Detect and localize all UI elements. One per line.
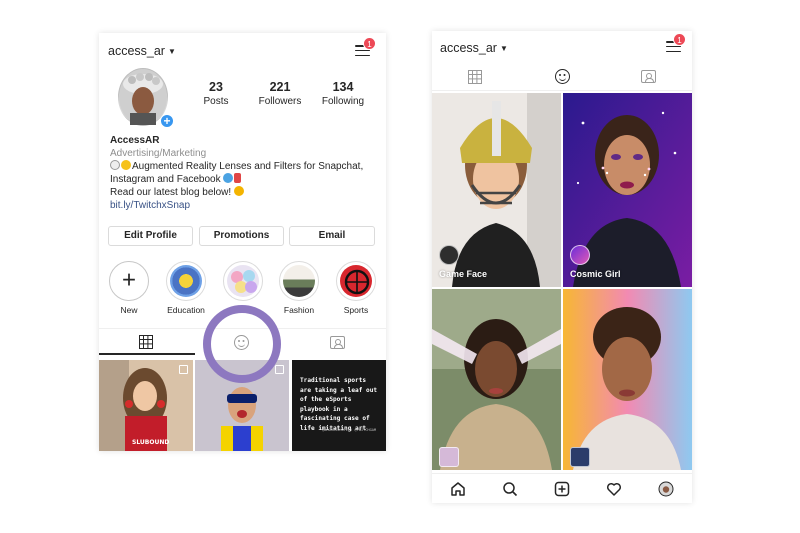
username: access_ar xyxy=(440,41,497,55)
post-thumbnail[interactable]: Traditional sports are taking a leaf out… xyxy=(292,360,386,451)
search-icon[interactable] xyxy=(502,481,518,497)
active-tab-indicator xyxy=(99,353,195,355)
following-stat[interactable]: 134 Following xyxy=(308,80,378,107)
profile-name: AccessAR xyxy=(110,135,160,146)
followers-label: Followers xyxy=(258,96,302,107)
posts-count: 23 xyxy=(209,80,223,94)
post-thumbnail[interactable]: SLUBOUND xyxy=(99,360,193,451)
ghost-emoji-icon xyxy=(110,160,120,170)
effect-icon xyxy=(439,447,459,467)
grid-icon[interactable] xyxy=(139,335,153,349)
chevron-down-icon: ▼ xyxy=(499,44,508,53)
effect-icon xyxy=(439,245,459,265)
post-caption-text: Traditional sports are taking a leaf out… xyxy=(300,377,378,432)
profile-screen: access_ar ▼ 1 + 23 Posts 221 Followers 13… xyxy=(99,33,386,451)
bio-line-3: Read our latest blog below! xyxy=(110,187,232,198)
effect-icon xyxy=(570,245,590,265)
grid-icon[interactable] xyxy=(468,70,482,84)
profile-tabs xyxy=(432,61,692,91)
heart-icon[interactable] xyxy=(606,481,622,497)
chevron-down-icon: ▼ xyxy=(167,47,176,56)
bookmark-emoji-icon xyxy=(233,173,241,183)
posts-stat[interactable]: 23 Posts xyxy=(181,80,251,107)
add-story-icon[interactable]: + xyxy=(160,114,174,128)
effect-tile[interactable]: Cosmic Girl xyxy=(563,93,692,287)
notification-badge: 1 xyxy=(363,37,376,50)
highlight-label: New xyxy=(120,305,138,315)
effect-tile[interactable] xyxy=(563,289,692,470)
edit-profile-button[interactable]: Edit Profile xyxy=(108,226,193,246)
bio-link[interactable]: bit.ly/TwitchxSnap xyxy=(110,199,380,212)
profile-category: Advertising/Marketing xyxy=(110,148,207,159)
username: access_ar xyxy=(108,44,165,58)
highlight-label: Fashion xyxy=(283,305,315,315)
effect-label: Cosmic Girl xyxy=(570,269,621,279)
add-icon[interactable] xyxy=(554,481,570,497)
email-button[interactable]: Email xyxy=(289,226,375,246)
posts-label: Posts xyxy=(203,96,229,107)
effect-label: Game Face xyxy=(439,269,488,279)
profile-icon[interactable] xyxy=(658,481,674,497)
plus-icon: + xyxy=(121,266,137,294)
highlight-label: Sports xyxy=(343,305,369,315)
bio-line-2: Instagram and Facebook xyxy=(110,174,221,185)
bio-line-1: Augmented Reality Lenses and Filters for… xyxy=(132,161,364,172)
effects-screen: access_ar ▼ 1 Game Face Cosmic Girl xyxy=(432,31,692,503)
account-switcher[interactable]: access_ar ▼ xyxy=(108,44,176,58)
multiple-posts-icon xyxy=(179,365,188,374)
highlight-label: Education xyxy=(167,305,205,315)
avatar[interactable]: + xyxy=(118,68,174,128)
highlight-sports[interactable]: Sports xyxy=(334,261,378,315)
bio: AccessAR Advertising/Marketing Augmented… xyxy=(110,134,380,212)
highlight-fashion[interactable]: Fashion xyxy=(277,261,321,315)
top-bar: access_ar ▼ 1 xyxy=(99,33,386,63)
highlight-hearts[interactable] xyxy=(221,261,265,305)
bottom-nav xyxy=(432,473,692,503)
emphasis-circle xyxy=(203,305,281,383)
following-count: 134 xyxy=(332,80,354,94)
notification-badge: 1 xyxy=(673,33,686,46)
tagged-icon[interactable] xyxy=(330,336,345,349)
multiple-posts-icon xyxy=(275,365,284,374)
followers-count: 221 xyxy=(269,80,291,94)
highlight-new[interactable]: + New xyxy=(107,261,151,315)
highlight-education[interactable]: Education xyxy=(164,261,208,315)
svg-text:SLUBOUND: SLUBOUND xyxy=(132,439,169,446)
effect-icon xyxy=(570,447,590,467)
account-switcher[interactable]: access_ar ▼ xyxy=(440,41,508,55)
tagged-icon[interactable] xyxy=(641,70,656,83)
pointing-down-emoji-icon xyxy=(234,186,245,196)
promotions-button[interactable]: Promotions xyxy=(199,226,284,246)
post-handle-text: @AROXXSSHOTIFY @TWITCHGAM xyxy=(322,428,377,432)
face-filter-icon[interactable] xyxy=(555,69,570,84)
effect-tile[interactable] xyxy=(432,289,561,470)
following-label: Following xyxy=(321,96,365,107)
yellow-heart-emoji-icon xyxy=(121,160,131,170)
effect-tile[interactable]: Game Face xyxy=(432,93,561,287)
top-bar: access_ar ▼ 1 xyxy=(432,31,692,61)
home-icon[interactable] xyxy=(450,481,466,497)
followers-stat[interactable]: 221 Followers xyxy=(245,80,315,107)
globe-emoji-icon xyxy=(222,173,233,183)
